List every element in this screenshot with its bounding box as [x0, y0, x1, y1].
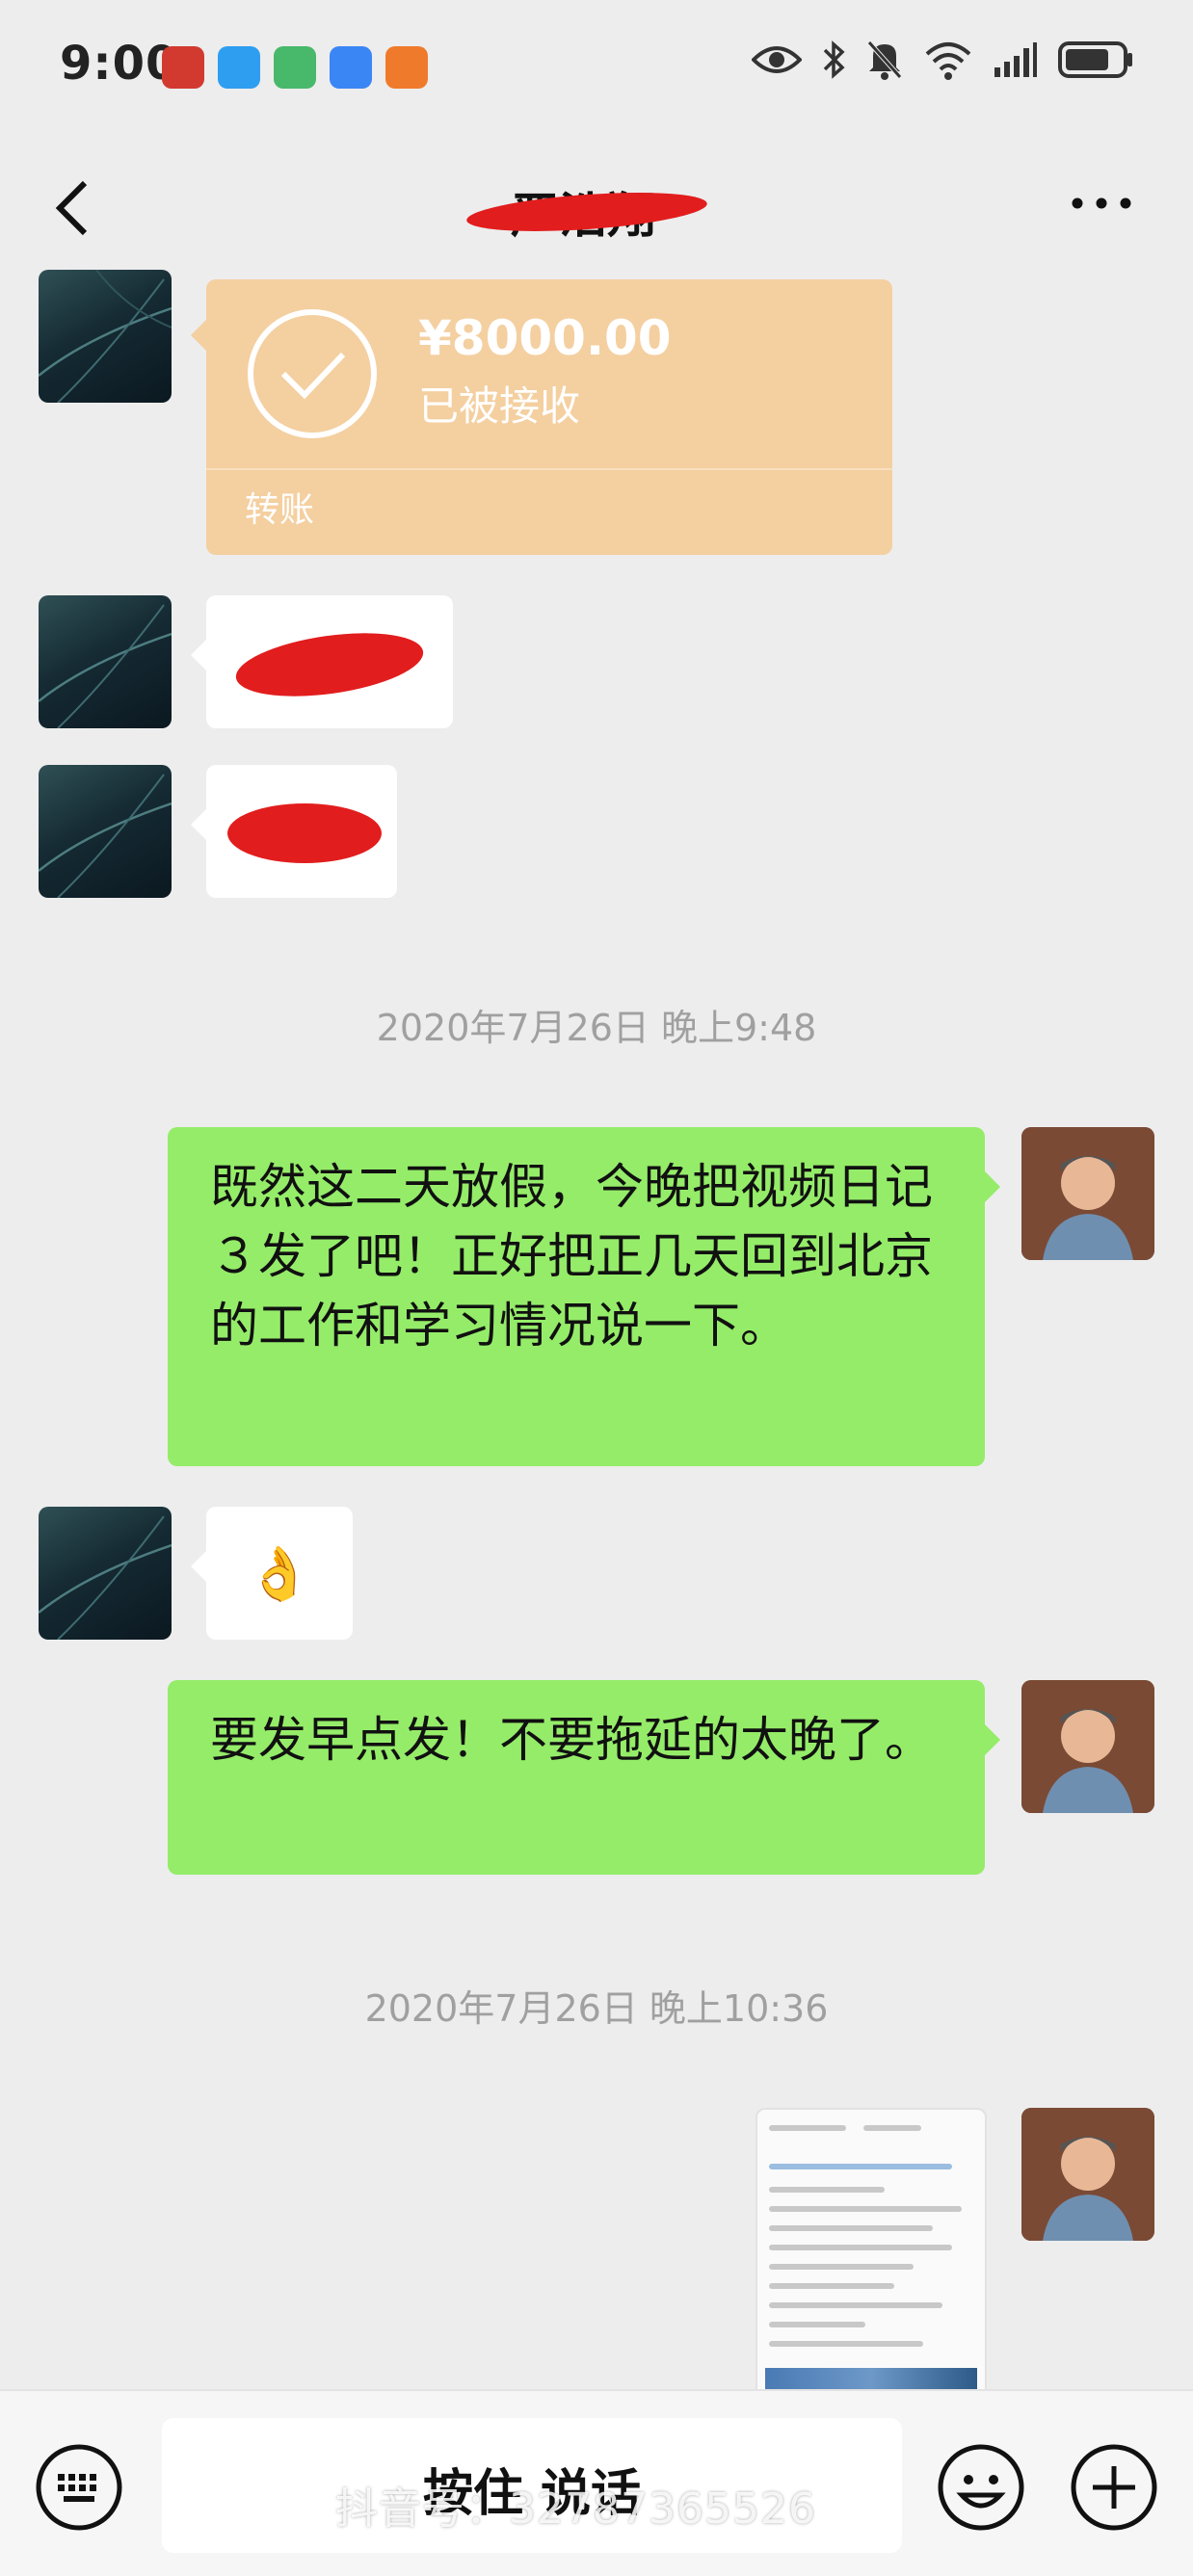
- health-app-icon: [274, 46, 316, 89]
- bluetooth-icon: [823, 40, 845, 79]
- avatar-person-image: [1021, 2108, 1154, 2241]
- thumb-line: [769, 2341, 923, 2347]
- bank-app-icon: [162, 46, 204, 89]
- thumb-line: [769, 2125, 846, 2131]
- signal-icon: [994, 42, 1037, 77]
- transfer-card[interactable]: ¥8000.00 已被接收 转账: [191, 279, 892, 555]
- contact-avatar[interactable]: [39, 765, 172, 898]
- thumb-line: [769, 2302, 942, 2308]
- message-text: 要发早点发！不要拖延的太晚了。: [210, 1712, 933, 1768]
- wifi-icon: [925, 42, 971, 80]
- bubble-tail: [985, 1724, 1000, 1755]
- bubble-tail: [191, 1551, 206, 1582]
- thumb-line: [769, 2245, 952, 2250]
- contact-avatar[interactable]: [39, 1507, 172, 1640]
- check-circle-icon: [248, 309, 377, 438]
- avatar-wave-image: [39, 270, 172, 403]
- ok-emoji-text: 👌: [247, 1543, 312, 1604]
- eye-icon: [752, 46, 802, 73]
- bubble-tail: [191, 809, 206, 840]
- message-timestamp: 2020年7月26日 晚上9:48: [376, 1007, 817, 1049]
- thumb-line: [769, 2283, 894, 2289]
- contact-name: 严浩翔: [453, 170, 742, 244]
- thumb-line: [769, 2206, 962, 2212]
- status-bar: 9:00: [0, 0, 1193, 135]
- battery-icon: [1058, 41, 1132, 78]
- avatar-wave-image: [39, 774, 172, 898]
- transfer-divider: [206, 468, 892, 470]
- notification-app-icons: [162, 46, 428, 89]
- thumb-line: [769, 2164, 952, 2169]
- thumb-line: [863, 2125, 921, 2131]
- redaction-mark: [227, 803, 382, 863]
- my-avatar[interactable]: [1021, 1127, 1154, 1260]
- redacted-message-bubble[interactable]: [191, 765, 397, 898]
- avatar-wave-image: [39, 604, 172, 728]
- status-time: 9:00: [60, 37, 179, 91]
- plus-icon[interactable]: [1070, 2443, 1158, 2532]
- shopping-app-icon: [385, 46, 428, 89]
- transfer-amount: ¥8000.00: [418, 310, 672, 366]
- redaction-mark: [231, 622, 428, 707]
- more-dots-icon[interactable]: [1068, 189, 1135, 218]
- contact-avatar[interactable]: [39, 270, 172, 403]
- thumb-line: [769, 2264, 914, 2270]
- contact-avatar[interactable]: [39, 595, 172, 728]
- cloud-app-icon: [330, 46, 372, 89]
- emoji-icon[interactable]: [937, 2443, 1025, 2532]
- message-app-icon: [218, 46, 260, 89]
- sent-message-bubble[interactable]: 要发早点发！不要拖延的太晚了。: [168, 1680, 1000, 1875]
- message-text: 既然这二天放假，今晚把视频日记３发了吧！正好把正几天回到北京的工作和学习情况说一…: [210, 1159, 933, 1354]
- douyin-watermark: 抖音号：32787365526: [335, 2484, 816, 2534]
- avatar-person-image: [1021, 1680, 1154, 1813]
- redacted-message-bubble[interactable]: [191, 595, 453, 728]
- system-icons: [752, 39, 1135, 81]
- message-timestamp: 2020年7月26日 晚上10:36: [364, 1987, 829, 2030]
- bubble-tail: [191, 320, 206, 351]
- my-avatar[interactable]: [1021, 2108, 1154, 2241]
- transfer-label: 转账: [245, 490, 315, 530]
- bubble-tail: [191, 640, 206, 670]
- thumb-line: [769, 2187, 885, 2193]
- transfer-status: 已被接收: [418, 382, 581, 430]
- thumb-line: [769, 2322, 865, 2327]
- received-message-bubble[interactable]: 👌: [191, 1507, 353, 1640]
- screenshot-image-message[interactable]: [756, 2108, 987, 2401]
- chat-header: 严浩翔: [0, 135, 1193, 279]
- keyboard-icon[interactable]: [35, 2443, 123, 2532]
- chevron-left-icon[interactable]: [46, 170, 104, 247]
- sent-message-bubble[interactable]: 既然这二天放假，今晚把视频日记３发了吧！正好把正几天回到北京的工作和学习情况说一…: [168, 1127, 1000, 1466]
- my-avatar[interactable]: [1021, 1680, 1154, 1813]
- avatar-wave-image: [39, 1515, 172, 1640]
- bubble-tail: [985, 1171, 1000, 1202]
- mute-icon: [867, 40, 902, 80]
- thumb-line: [769, 2225, 933, 2231]
- avatar-person-image: [1021, 1127, 1154, 1260]
